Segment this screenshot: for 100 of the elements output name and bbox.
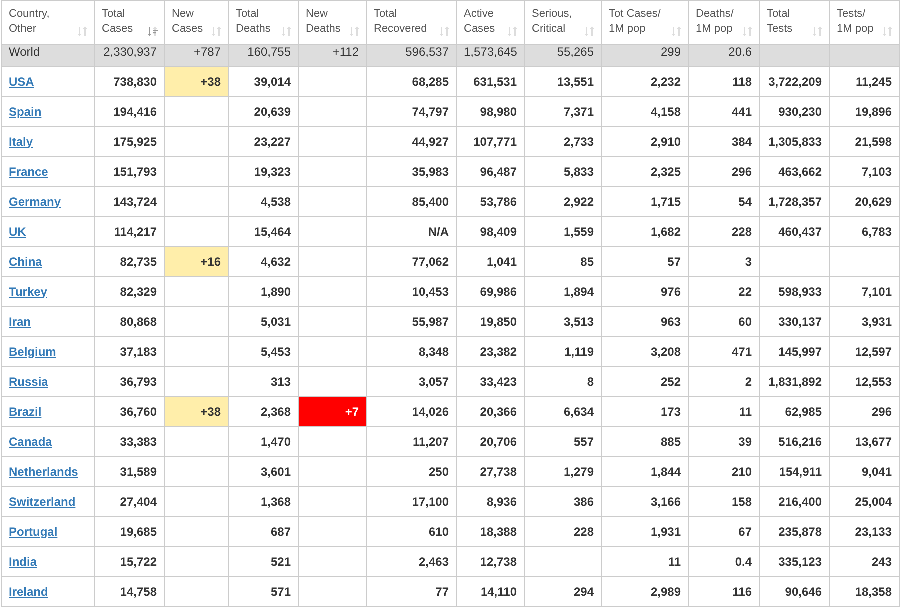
country-link[interactable]: Italy [9,134,34,148]
table-cell: 294 [524,576,602,606]
sort-icon[interactable] [148,26,158,37]
table-cell: 57 [602,246,688,276]
sort-icon[interactable] [672,26,682,37]
country-link[interactable]: Turkey [9,284,48,298]
country-link[interactable]: Brazil [9,404,42,418]
table-cell: 15,464 [228,216,298,246]
table-cell: 1,715 [602,186,688,216]
table-cell: 116 [688,576,760,606]
table-cell: 1,890 [228,276,298,306]
table-cell: 158 [688,486,760,516]
table-cell: 27,738 [456,456,524,486]
table-cell: 250 [366,456,456,486]
table-cell: 4,158 [602,96,688,126]
table-cell: 60 [688,306,760,336]
table-cell: +38 [164,396,228,426]
table-cell: 1,831,892 [760,366,830,396]
table-cell: 154,911 [760,456,830,486]
sort-icon[interactable] [440,26,450,37]
table-cell: 35,983 [366,156,456,186]
sort-icon[interactable] [78,26,88,37]
table-cell: 1,931 [602,516,688,546]
table-cell: 39,014 [228,66,298,96]
table-cell: 3,722,209 [760,66,830,96]
table-cell: +16 [164,246,228,276]
table-cell: 3,166 [602,486,688,516]
table-cell: 2,330,937 [94,44,164,66]
table-cell: 143,724 [94,186,164,216]
table-cell: 210 [688,456,760,486]
table-cell: 313 [228,366,298,396]
table-cell: 1,305,833 [760,126,830,156]
table-cell: 80,868 [94,306,164,336]
country-link[interactable]: USA [9,74,34,88]
country-link[interactable]: Ireland [9,584,48,598]
table-cell: 0.4 [688,546,760,576]
sort-icon[interactable] [282,26,292,37]
country-link[interactable]: Spain [9,104,42,118]
table-cell: 216,400 [760,486,830,516]
table-cell: 19,685 [94,516,164,546]
table-cell: 335,123 [760,546,830,576]
table-cell: 5,833 [524,156,602,186]
table-cell: 1,894 [524,276,602,306]
table-cell: 23,382 [456,336,524,366]
table-cell: 228 [688,216,760,246]
sort-icon[interactable] [585,26,595,37]
country-link[interactable]: China [9,254,42,268]
table-cell: 77,062 [366,246,456,276]
table-cell: 53,786 [456,186,524,216]
country-link[interactable]: Iran [9,314,32,328]
table-cell: 54 [688,186,760,216]
table-cell: 12,738 [456,546,524,576]
table-cell: 330,137 [760,306,830,336]
sort-icon[interactable] [212,26,222,37]
table-cell: 228 [524,516,602,546]
table-cell: 2,989 [602,576,688,606]
table-cell: 23,227 [228,126,298,156]
table-cell: 22 [688,276,760,306]
table-cell: 235,878 [760,516,830,546]
column-header[interactable]: Country, Other [2,0,94,44]
table-cell: +7 [298,396,366,426]
table-cell: 631,531 [456,66,524,96]
table-cell: 20,366 [456,396,524,426]
country-link[interactable]: France [9,164,48,178]
table-cell: 384 [688,126,760,156]
table-cell: 175,925 [94,126,164,156]
table-cell: 17,100 [366,486,456,516]
table-cell: 77 [366,576,456,606]
table-cell: 33,423 [456,366,524,396]
table-cell: 11,207 [366,426,456,456]
sort-icon[interactable] [508,26,518,37]
country-link[interactable]: India [9,554,38,568]
table-cell: 516,216 [760,426,830,456]
table-cell: 471 [688,336,760,366]
table-cell: 118 [688,66,760,96]
table-cell: 33,383 [94,426,164,456]
sort-icon[interactable] [883,26,893,37]
table-cell: 299 [602,44,688,66]
table-cell: 14,026 [366,396,456,426]
table-cell: 19,850 [456,306,524,336]
sort-icon[interactable] [743,26,753,37]
table-cell: 3,513 [524,306,602,336]
table-cell: 7,101 [830,276,900,306]
table-cell: 21,598 [830,126,900,156]
table-cell: 68,285 [366,66,456,96]
sort-icon[interactable] [813,26,823,37]
sort-icon[interactable] [350,26,360,37]
country-link[interactable]: Russia [9,374,48,388]
table-cell: 107,771 [456,126,524,156]
table-cell: 8,936 [456,486,524,516]
table-cell: 1,728,357 [760,186,830,216]
table-cell: 7,371 [524,96,602,126]
table-cell: 55,265 [524,44,602,66]
table-cell: 55,987 [366,306,456,336]
table-cell: 114,217 [94,216,164,246]
table-cell: 3,057 [366,366,456,396]
table-cell: 23,133 [830,516,900,546]
table-cell: 386 [524,486,602,516]
table-cell: 1,470 [228,426,298,456]
country-link[interactable]: UK [9,224,26,238]
